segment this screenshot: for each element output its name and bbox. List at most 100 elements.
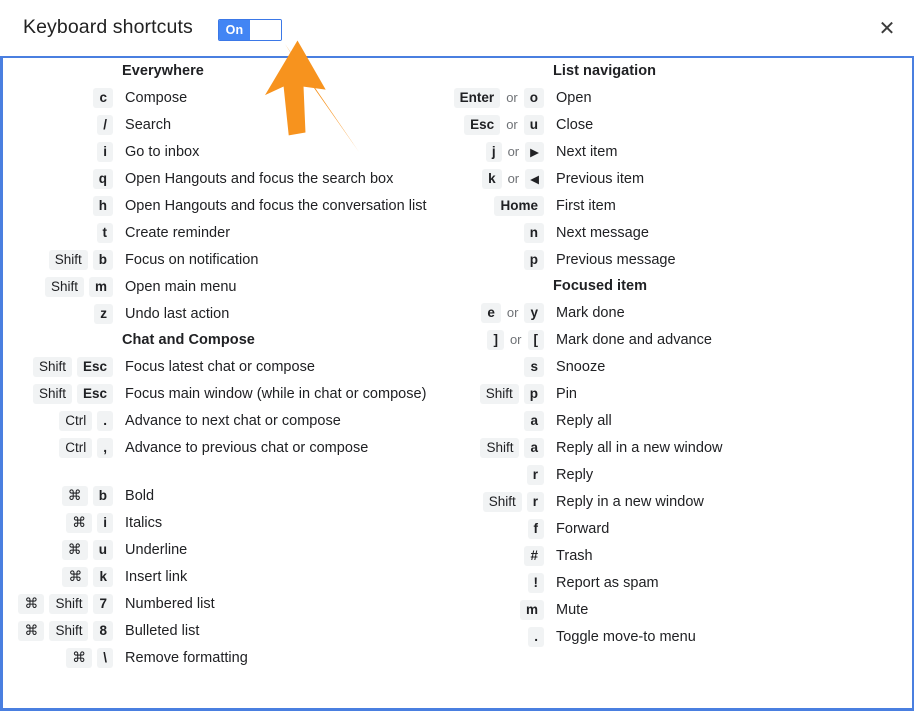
key-chip: o [523,87,544,108]
key-separator: or [509,332,522,347]
shortcut-keys: Shift p [443,383,544,404]
shortcut-description: Numbered list [125,595,215,612]
key-chip: m [88,276,113,297]
shortcut-description: Italics [125,514,163,531]
shortcut-row: f Forward [443,515,903,542]
section-heading: Focused item [553,278,648,294]
key-chip: ⌘ [18,593,45,614]
shortcut-section-focused-item: Focused item e or y Mark done] or[Mark done a… [443,273,903,650]
key-chip: Shift [482,491,522,512]
shortcut-row: i Go to inbox [3,138,443,165]
shortcut-description: Forward [556,520,610,537]
shortcut-description: Bold [125,487,155,504]
shortcut-description: Reply all in a new window [556,439,723,456]
shortcut-keys: Home [443,195,544,216]
shortcut-row: k or ◀ Previous item [443,165,903,192]
key-chip: ⌘ [61,539,88,560]
key-chip: Ctrl [59,410,93,431]
shortcut-keys: c [3,87,113,108]
shortcut-keys: n [443,222,544,243]
shortcut-description: First item [556,197,616,214]
shortcut-keys: ] or [ [443,329,544,350]
section-heading: Everywhere [122,63,204,79]
key-chip: Esc [76,356,113,377]
shortcut-description: Open main menu [125,278,237,295]
keyboard-shortcuts-dialog: Keyboard shortcuts On ✕ Everywhere c Compo… [0,0,914,711]
key-chip: Shift [44,276,84,297]
key-chip: Shift [480,437,520,458]
toggle-on-label: On [219,20,250,40]
shortcut-keys: ⌘ k [3,566,113,587]
close-icon[interactable]: ✕ [871,12,903,44]
shortcut-description: Previous item [556,170,645,187]
key-separator: or [507,144,520,159]
shortcut-keys: ⌘ \ [3,647,113,668]
shortcut-description: Next message [556,224,649,241]
key-separator: or [507,171,520,186]
shortcut-section-chat-and-compose: Chat and Compose Shift Esc Focus latest cha… [3,327,443,671]
shortcut-keys: h [3,195,113,216]
key-chip: Shift [32,383,72,404]
key-chip: / [97,114,113,135]
shortcut-row: q Open Hangouts and focus the search box [3,165,443,192]
shortcut-row: h Open Hangouts and focus the conversatio… [3,192,443,219]
shortcut-row: Shift Esc Focus latest chat or compose [3,353,443,380]
key-chip: Esc [76,383,113,404]
shortcut-keys: Shift Esc [3,356,113,377]
shortcut-description: Go to inbox [125,143,200,160]
key-chip: i [97,141,113,162]
shortcut-row: / Search [3,111,443,138]
shortcut-keys: j or ▶ [443,141,544,162]
key-chip: ! [527,572,544,593]
shortcut-keys: q [3,168,113,189]
shortcut-keys: Shift r [443,491,544,512]
shortcut-description: Reply all [556,412,612,429]
key-chip: \ [97,647,113,668]
shortcuts-body: Everywhere c Compose / Search i Go to inbox q Op… [3,58,912,708]
shortcuts-column-right: List navigation Enter or o Open Esc or u Close j o… [443,58,903,650]
shortcut-row: ⌘ Shift 7 Numbered list [3,590,443,617]
shortcut-keys: f [443,518,544,539]
shortcut-row: ⌘ k Insert link [3,563,443,590]
shortcut-row: e or y Mark done [443,299,903,326]
shortcut-row: s Snooze [443,353,903,380]
shortcut-keys: ⌘ b [3,485,113,506]
shortcut-row: Shift Esc Focus main window (while in chat… [3,380,443,407]
key-chip: s [524,356,544,377]
shortcut-description: Reply [556,466,594,483]
shortcut-keys: m [443,599,544,620]
shortcut-row: Enter or o Open [443,84,903,111]
shortcut-description: Close [556,116,594,133]
key-chip: c [93,87,113,108]
shortcut-row: ⌘ b Bold [3,482,443,509]
shortcut-description: Undo last action [125,305,230,322]
shortcut-keys: z [3,303,113,324]
shortcut-keys: Ctrl, [3,437,113,458]
key-chip: k [482,168,502,189]
row-spacer [3,461,443,482]
key-chip: r [526,491,544,512]
key-chip: t [96,222,113,243]
key-chip: 7 [93,593,113,614]
shortcut-row: Ctrl, Advance to previous chat or compose [3,434,443,461]
keyboard-shortcuts-toggle[interactable]: On [218,19,282,41]
shortcut-row: Ctrl. Advance to next chat or compose [3,407,443,434]
key-chip: p [523,383,544,404]
shortcut-keys: / [3,114,113,135]
shortcut-row: r Reply [443,461,903,488]
shortcut-description: Trash [556,547,593,564]
shortcut-description: Snooze [556,358,606,375]
key-chip: . [528,626,544,647]
section-heading: List navigation [553,63,657,79]
key-chip: [ [527,329,544,350]
shortcut-keys: t [3,222,113,243]
shortcut-keys: ⌘ i [3,512,113,533]
shortcut-description: Report as spam [556,574,659,591]
shortcut-description: Mark done [556,304,625,321]
shortcut-row: a Reply all [443,407,903,434]
shortcut-description: Mute [556,601,589,618]
shortcuts-column-left: Everywhere c Compose / Search i Go to inbox q Op… [3,58,443,671]
shortcut-keys: Shift m [3,276,113,297]
dialog-header: Keyboard shortcuts On ✕ [0,0,914,56]
key-chip: u [92,539,113,560]
